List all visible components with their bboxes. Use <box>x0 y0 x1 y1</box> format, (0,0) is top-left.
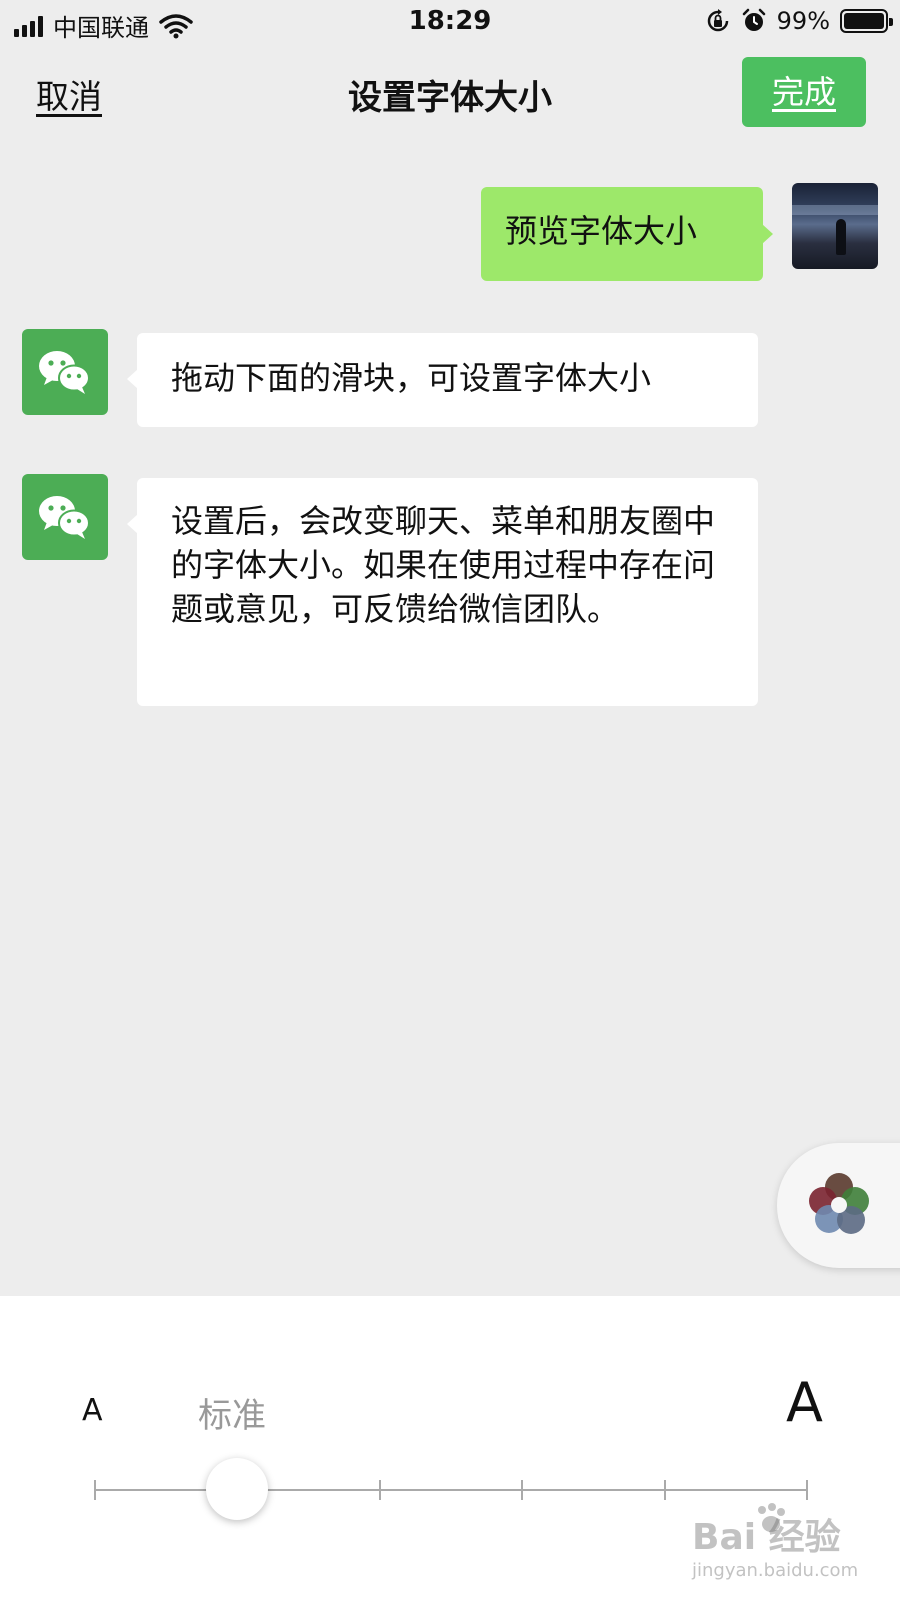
message-bubble-info: 设置后，会改变聊天、菜单和朋友圈中的字体大小。如果在使用过程中存在问题或意见，可… <box>127 478 758 706</box>
slider-tick[interactable] <box>521 1480 524 1500</box>
battery-fill <box>844 13 884 29</box>
small-font-label: A <box>82 1393 103 1428</box>
user-avatar[interactable] <box>792 183 878 269</box>
floating-assistant-button[interactable] <box>777 1143 900 1268</box>
orientation-lock-icon <box>707 9 728 32</box>
cancel-button[interactable]: 取消 <box>36 70 102 118</box>
slider-thumb[interactable] <box>205 1458 268 1520</box>
slider-track[interactable] <box>94 1489 808 1491</box>
slider-tick[interactable] <box>94 1480 96 1500</box>
battery-icon <box>840 9 893 33</box>
done-button[interactable]: 完成 <box>742 57 866 127</box>
status-bar: 中国联通 18:29 99% <box>0 0 900 46</box>
alarm-icon <box>742 8 765 31</box>
wechat-logo-icon <box>39 496 90 539</box>
slider-tick[interactable] <box>663 1480 666 1500</box>
nav-bar: 取消 设置字体大小 完成 <box>0 46 900 136</box>
large-font-label: A <box>786 1371 823 1434</box>
status-right: 99% <box>705 7 893 35</box>
flower-logo-icon <box>809 1173 869 1234</box>
battery-percent: 99% <box>776 7 830 35</box>
slider-tick[interactable] <box>378 1480 381 1500</box>
message-bubble-hint: 拖动下面的滑块，可设置字体大小 <box>127 333 758 427</box>
font-size-panel: A 标准 A <box>0 1296 900 1600</box>
wechat-avatar[interactable] <box>22 329 108 415</box>
wechat-logo-icon <box>39 351 90 394</box>
slider-tick[interactable] <box>806 1480 808 1500</box>
message-bubble-user: 预览字体大小 <box>481 187 773 281</box>
current-size-label: 标准 <box>198 1396 266 1436</box>
wechat-avatar[interactable] <box>22 474 108 560</box>
